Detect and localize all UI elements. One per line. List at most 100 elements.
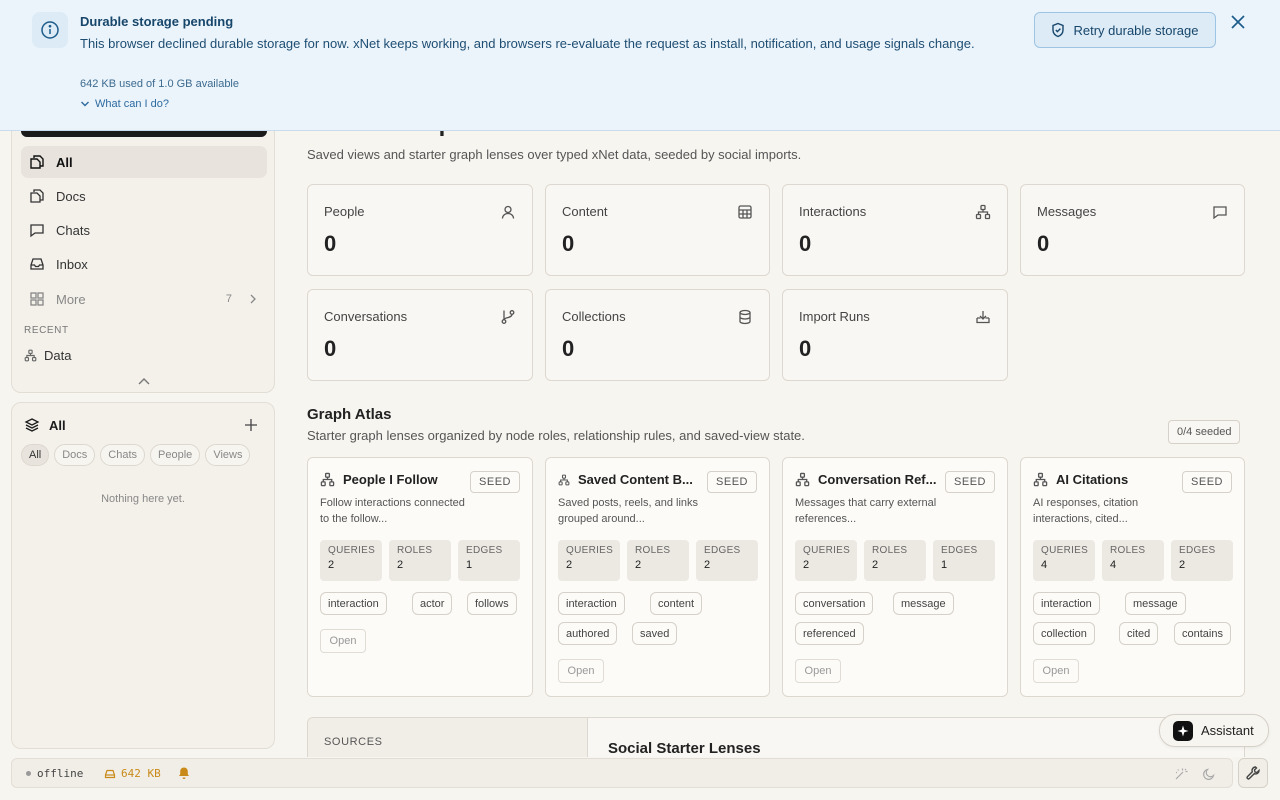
lens-header: Conversation Ref...: [795, 472, 936, 487]
stat-label: Import Runs: [799, 309, 870, 324]
wrench-icon[interactable]: [1238, 758, 1268, 788]
lens-tag: message: [1125, 592, 1186, 615]
lens-tag: authored: [558, 622, 618, 645]
stat-label: Collections: [562, 309, 626, 324]
banner-title: Durable storage pending: [80, 14, 234, 29]
metric-label: QUERIES: [328, 545, 376, 556]
metric-roles: ROLES 2: [627, 540, 689, 581]
filter-chip-docs[interactable]: Docs: [54, 444, 96, 466]
metric-value: 2: [328, 559, 335, 571]
stat-label: Messages: [1037, 204, 1097, 219]
sidebar-item-all[interactable]: All: [21, 146, 267, 178]
file-icon: [29, 188, 45, 204]
metric-value: 2: [566, 559, 573, 571]
graph-icon: [24, 349, 37, 362]
assistant-label: Assistant: [1201, 723, 1254, 738]
files-icon: [29, 154, 45, 170]
lens-description: Messages that carry external references.…: [795, 497, 937, 525]
stat-card-content[interactable]: Content 0: [545, 184, 770, 276]
sidebar-item-chats[interactable]: Chats: [21, 214, 267, 246]
sidebar-item-inbox[interactable]: Inbox: [21, 248, 267, 280]
stat-value: 0: [1037, 231, 1050, 256]
stat-card-conversations[interactable]: Conversations 0: [307, 289, 533, 381]
stat-value: 0: [799, 336, 812, 361]
stat-card-collections[interactable]: Collections 0: [545, 289, 770, 381]
stat-value: 0: [324, 336, 337, 361]
sidebar-item-more[interactable]: More 7: [21, 283, 267, 315]
retry-storage-button[interactable]: Retry durable storage: [1034, 12, 1216, 48]
assistant-button[interactable]: Assistant: [1159, 714, 1269, 747]
status-dot-icon: [26, 771, 31, 776]
inbox-icon: [29, 256, 45, 272]
open-lens-button[interactable]: Open: [795, 659, 841, 683]
chat-icon: [29, 222, 45, 238]
status-bar: offline 642 KB: [11, 758, 1233, 788]
lens-card[interactable]: Conversation Ref... SEED Messages that car…: [782, 457, 1008, 697]
help-link[interactable]: What can I do?: [80, 98, 169, 110]
sidebar-item-docs[interactable]: Docs: [21, 180, 267, 212]
recent-item-data[interactable]: Data: [24, 348, 71, 363]
metric-label: EDGES: [1179, 545, 1216, 556]
storage-usage: 642 KB used of 1.0 GB available: [80, 78, 239, 90]
metric-roles: ROLES 2: [389, 540, 451, 581]
metric-value: 4: [1041, 559, 1048, 571]
atlas-subtitle: Starter graph lenses organized by node r…: [307, 428, 805, 443]
network-icon: [1033, 472, 1048, 487]
filter-chip-chats[interactable]: Chats: [100, 444, 146, 466]
open-lens-button[interactable]: Open: [320, 629, 366, 653]
lens-tag: referenced: [795, 622, 864, 645]
connection-status[interactable]: offline: [26, 767, 83, 780]
sparkles-icon[interactable]: [1174, 767, 1188, 781]
metric-label: ROLES: [635, 545, 671, 556]
stat-card-interactions[interactable]: Interactions 0: [782, 184, 1008, 276]
lens-card[interactable]: AI Citations SEED AI responses, citation i…: [1020, 457, 1245, 697]
sidebar-item-label: Docs: [56, 188, 86, 204]
page-subtitle: Saved views and starter graph lenses ove…: [307, 147, 802, 162]
stat-value: 0: [799, 231, 812, 256]
storage-status[interactable]: 642 KB: [104, 767, 161, 780]
metric-label: EDGES: [704, 545, 741, 556]
metric-edges: EDGES 1: [933, 540, 995, 581]
open-lens-button[interactable]: Open: [558, 659, 604, 683]
lens-header: AI Citations: [1033, 472, 1128, 487]
metric-label: ROLES: [397, 545, 433, 556]
stat-card-messages[interactable]: Messages 0: [1020, 184, 1245, 276]
lens-card[interactable]: People I Follow SEED Follow interactions c…: [307, 457, 533, 697]
lens-tag: contains: [1174, 622, 1231, 645]
stat-label: Conversations: [324, 309, 408, 324]
chevron-up-icon[interactable]: [136, 376, 152, 388]
person-icon: [500, 204, 516, 220]
stat-card-people[interactable]: People 0: [307, 184, 533, 276]
import-icon: [975, 309, 991, 325]
add-icon[interactable]: [242, 416, 260, 434]
recent-label: RECENT: [24, 325, 69, 336]
lens-card[interactable]: Saved Content B... SEED Saved posts, reels…: [545, 457, 770, 697]
lens-title: Saved Content B...: [578, 472, 693, 487]
open-lens-button[interactable]: Open: [1033, 659, 1079, 683]
moon-icon[interactable]: [1202, 767, 1216, 781]
starter-lenses-title: Social Starter Lenses: [608, 740, 761, 757]
stat-card-import-runs[interactable]: Import Runs 0: [782, 289, 1008, 381]
lens-title: AI Citations: [1056, 472, 1129, 487]
filter-chips: All Docs Chats People Views: [21, 444, 251, 466]
metric-value: 4: [1110, 559, 1117, 571]
storage-label: 642 KB: [121, 767, 161, 780]
lens-header: People I Follow: [320, 472, 438, 487]
close-icon[interactable]: [1228, 12, 1248, 32]
stat-label: Content: [562, 204, 608, 219]
bell-icon[interactable]: [177, 766, 191, 780]
lens-tag: message: [893, 592, 954, 615]
metric-value: 2: [635, 559, 642, 571]
message-icon: [1212, 204, 1228, 220]
recent-item-label: Data: [44, 348, 72, 363]
lens-tag: cited: [1119, 622, 1159, 645]
metric-label: ROLES: [872, 545, 908, 556]
more-count: 7: [225, 293, 232, 305]
metric-queries: QUERIES 2: [320, 540, 382, 581]
filter-chip-all[interactable]: All: [21, 444, 50, 466]
shield-icon: [1051, 22, 1065, 38]
filter-chip-people[interactable]: People: [150, 444, 201, 466]
branch-icon: [500, 309, 516, 325]
lens-tag: actor: [412, 592, 453, 615]
filter-chip-views[interactable]: Views: [205, 444, 251, 466]
